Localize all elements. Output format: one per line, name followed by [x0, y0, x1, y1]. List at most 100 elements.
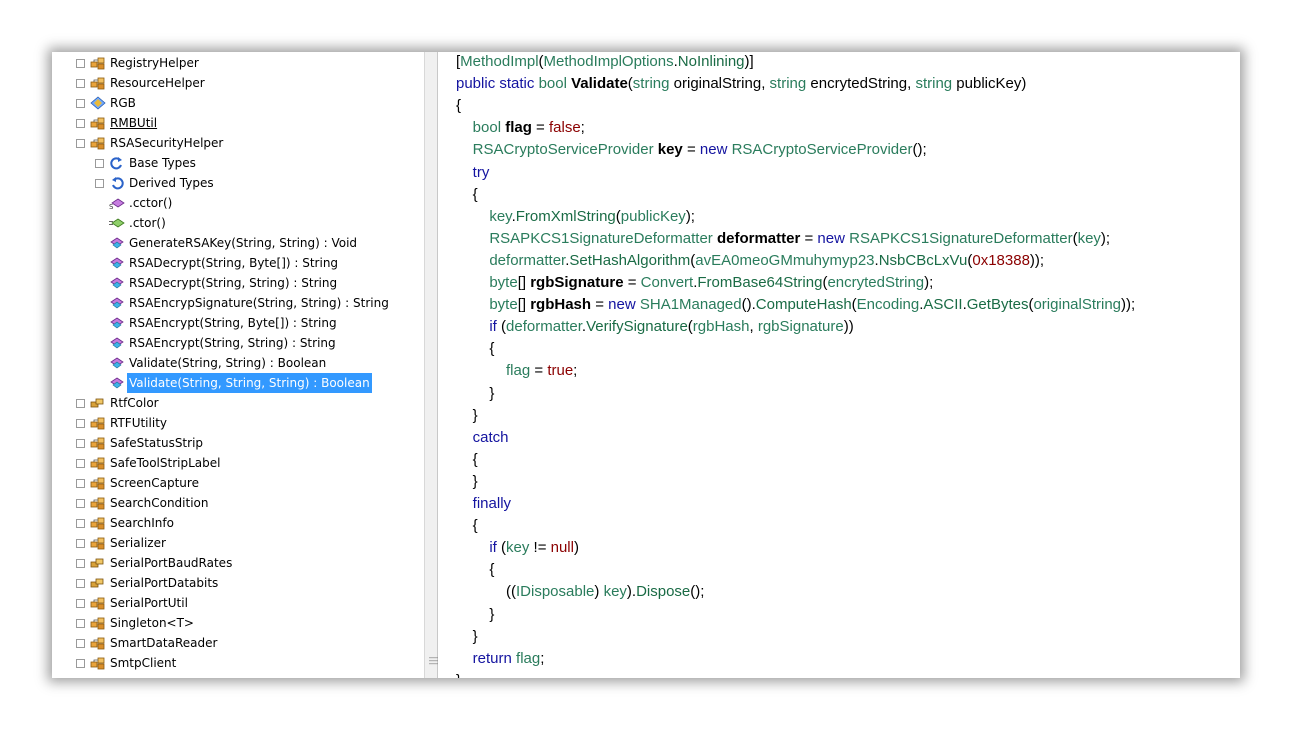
tree-item[interactable]: S .cctor() [52, 193, 424, 213]
tree-item[interactable]: Serializer [52, 533, 424, 553]
expand-icon[interactable] [76, 659, 85, 668]
code-token: FromBase64String [697, 274, 823, 291]
expand-icon[interactable] [76, 619, 85, 628]
expand-icon[interactable] [76, 459, 85, 468]
expand-icon[interactable] [76, 119, 85, 128]
code-token: rgbSignature [530, 274, 624, 291]
code-token: , [749, 318, 758, 336]
code-line: [MethodImpl(MethodImplOptions.NoInlining… [456, 52, 754, 73]
tree-item-label: SafeToolStripLabel [110, 456, 221, 470]
tree-item-label: SerialPortBaudRates [110, 556, 233, 570]
tree-item[interactable]: GenerateRSAKey(String, String) : Void [52, 233, 424, 253]
tree-item-label: Validate(String, String, String) : Boole… [127, 373, 372, 393]
code-token: ASCII [923, 296, 963, 314]
tree-item[interactable]: RegistryHelper [52, 53, 424, 73]
class-icon [90, 536, 106, 550]
code-token: bool [472, 119, 502, 137]
code-line: RSACryptoServiceProvider key = new RSACr… [456, 139, 927, 161]
tree-item[interactable]: SerialPortBaudRates [52, 553, 424, 573]
class-icon [90, 596, 106, 610]
code-token: false [548, 119, 581, 137]
code-token: key [603, 583, 627, 601]
expand-icon[interactable] [76, 439, 85, 448]
collapse-icon[interactable] [76, 139, 85, 148]
code-token: true [547, 362, 574, 380]
tree-item[interactable]: SerialPortDatabits [52, 573, 424, 593]
code-token: RSACryptoServiceProvider [472, 141, 654, 159]
code-line: { [456, 184, 478, 206]
struct-icon [90, 96, 106, 110]
tree-item-label: SearchInfo [110, 516, 174, 530]
tree-item[interactable]: RSAEncrypt(String, String) : String [52, 333, 424, 353]
expand-icon[interactable] [76, 579, 85, 588]
expand-icon[interactable] [76, 499, 85, 508]
tree-item[interactable]: SafeToolStripLabel [52, 453, 424, 473]
code-view[interactable]: [MethodImpl(MethodImplOptions.NoInlining… [438, 52, 1240, 678]
tree-item[interactable]: RSASecurityHelper [52, 133, 424, 153]
class-icon [90, 136, 106, 150]
expand-icon[interactable] [76, 539, 85, 548]
code-token: deformatter [489, 251, 566, 269]
tree-item[interactable]: Derived Types [52, 173, 424, 193]
tree-item-label: RSASecurityHelper [110, 136, 224, 150]
splitter-grip-icon[interactable]: ― ― ― [429, 654, 438, 669]
method-icon [109, 276, 125, 290]
tree-item[interactable]: RSAEncrypSignature(String, String) : Str… [52, 293, 424, 313]
expand-icon[interactable] [76, 59, 85, 68]
tree-item-label: RSADecrypt(String, Byte[]) : String [129, 256, 339, 270]
class-icon [90, 416, 106, 430]
tree-item[interactable]: RSADecrypt(String, Byte[]) : String [52, 253, 424, 273]
tree-item[interactable]: RSAEncrypt(String, Byte[]) : String [52, 313, 424, 333]
code-token: FromXmlString [515, 207, 616, 225]
tree-item-label: SerialPortUtil [110, 596, 188, 610]
expand-icon[interactable] [95, 159, 104, 168]
pane-splitter[interactable]: ― ― ― [424, 52, 438, 678]
tree-item[interactable]: RTFUtility [52, 413, 424, 433]
tree-item-label: SafeStatusStrip [110, 436, 204, 450]
tree-item[interactable]: SerialPortUtil [52, 593, 424, 613]
expand-icon[interactable] [76, 479, 85, 488]
code-token: ; [580, 119, 585, 137]
expand-icon[interactable] [76, 79, 85, 88]
tree-item[interactable]: .ctor() [52, 213, 424, 233]
tree-item-label: ScreenCapture [110, 476, 199, 490]
expand-icon[interactable] [76, 99, 85, 108]
tree-item[interactable]: RGB [52, 93, 424, 113]
tree-item[interactable]: SafeStatusStrip [52, 433, 424, 453]
tree-item[interactable]: ResourceHelper [52, 73, 424, 93]
expand-icon[interactable] [76, 559, 85, 568]
code-token: = [623, 274, 641, 291]
tree-item-label: Serializer [110, 536, 166, 550]
expand-icon[interactable] [76, 399, 85, 408]
code-token: rgbSignature [757, 318, 844, 336]
tree-item[interactable]: SearchCondition [52, 493, 424, 513]
expand-icon[interactable] [76, 419, 85, 428]
tree-item[interactable]: SearchInfo [52, 513, 424, 533]
tree-item[interactable]: RtfColor [52, 393, 424, 413]
expand-icon[interactable] [76, 519, 85, 528]
class-icon [90, 76, 106, 90]
expand-icon[interactable] [95, 179, 104, 188]
expand-icon[interactable] [76, 639, 85, 648]
code-token: ; [540, 649, 545, 667]
tree-item[interactable]: RMBUtil [52, 113, 424, 133]
tree-item[interactable]: Singleton<T> [52, 613, 424, 633]
code-token: )] [744, 53, 754, 70]
tree-item[interactable]: RSADecrypt(String, String) : String [52, 273, 424, 293]
tree-item[interactable]: SmartDataReader [52, 633, 424, 653]
tree-item-label: RegistryHelper [110, 56, 199, 70]
tree-item[interactable]: ScreenCapture [52, 473, 424, 493]
code-token: [] [517, 274, 531, 291]
tree-item[interactable]: Validate(String, String, String) : Boole… [52, 373, 424, 393]
tree-item[interactable]: SmtpClient [52, 653, 424, 673]
tree-item[interactable]: Validate(String, String) : Boolean [52, 353, 424, 373]
assembly-tree[interactable]: RegistryHelper ResourceHelper RGB RMBUtil RS… [52, 52, 424, 678]
derived-types-icon [109, 176, 125, 190]
code-token: RSAPKCS1SignatureDeformatter [849, 229, 1073, 247]
tree-item[interactable]: Base Types [52, 153, 424, 173]
code-token: encrytedString, [806, 75, 916, 93]
expand-icon[interactable] [76, 599, 85, 608]
